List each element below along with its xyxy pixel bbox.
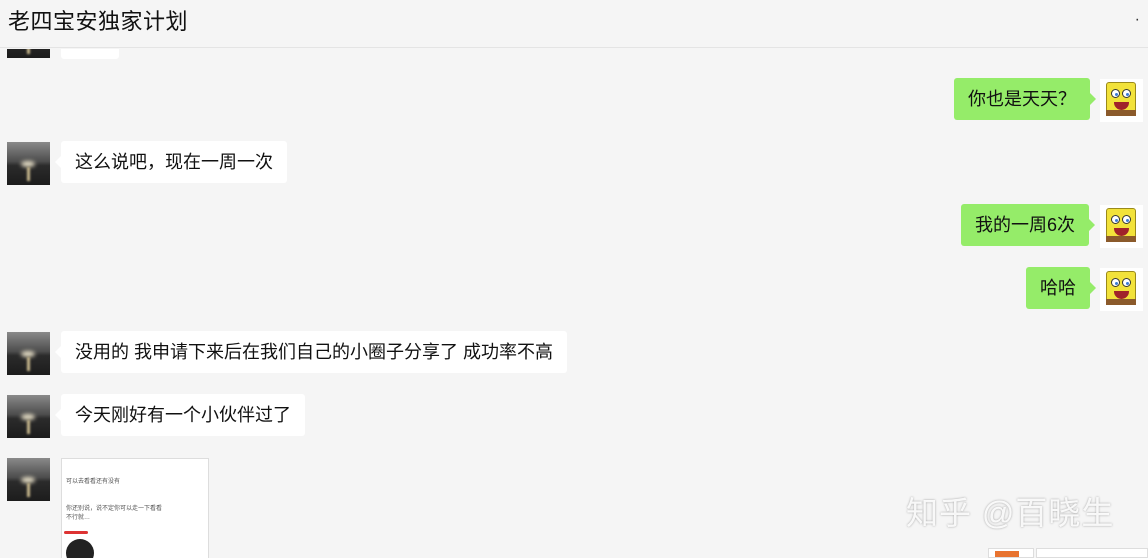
image-text-line: 不行就… — [66, 515, 91, 521]
message-bubble-cutoff — [61, 49, 119, 59]
message-bubble-contact: 这么说吧，现在一周一次 — [55, 141, 287, 183]
chat-title: 老四宝安独家计划 — [8, 9, 189, 34]
own-avatar[interactable] — [1100, 205, 1143, 248]
link-card-cutoff[interactable] — [988, 548, 1034, 558]
contact-avatar[interactable] — [7, 332, 50, 375]
message-list[interactable]: 你也是天天？ 这么说吧，现在一周一次 我的一周6次 哈哈 没用的 我申请下来后在… — [0, 49, 1148, 558]
contact-avatar[interactable] — [7, 458, 50, 501]
contact-avatar[interactable] — [7, 49, 50, 58]
message-bubble-own: 你也是天天？ — [954, 78, 1096, 120]
image-face — [66, 539, 94, 558]
link-card-cutoff[interactable] — [1036, 548, 1148, 558]
contact-avatar[interactable] — [7, 395, 50, 438]
message-bubble-own: 我的一周6次 — [961, 204, 1096, 246]
more-options-icon[interactable]: · — [1135, 12, 1140, 28]
own-avatar[interactable] — [1100, 268, 1143, 311]
image-message[interactable]: 可以去看看还有没有 你还别说，说不定你可以走一下看看 不行就… — [61, 458, 209, 558]
own-avatar[interactable] — [1100, 79, 1143, 122]
watermark: 知乎 @百晓生 — [906, 495, 1115, 531]
contact-avatar[interactable] — [7, 142, 50, 185]
message-bubble-contact: 今天刚好有一个小伙伴过了 — [55, 394, 305, 436]
image-text-line: 你还别说，说不定你可以走一下看看 — [66, 506, 163, 512]
image-text-line: 可以去看看还有没有 — [66, 479, 121, 485]
chat-header: 老四宝安独家计划 · — [0, 0, 1148, 48]
message-bubble-own: 哈哈 — [1026, 267, 1096, 309]
image-red-mark — [64, 531, 88, 534]
message-bubble-contact: 没用的 我申请下来后在我们自己的小圈子分享了 成功率不高 — [55, 331, 567, 373]
